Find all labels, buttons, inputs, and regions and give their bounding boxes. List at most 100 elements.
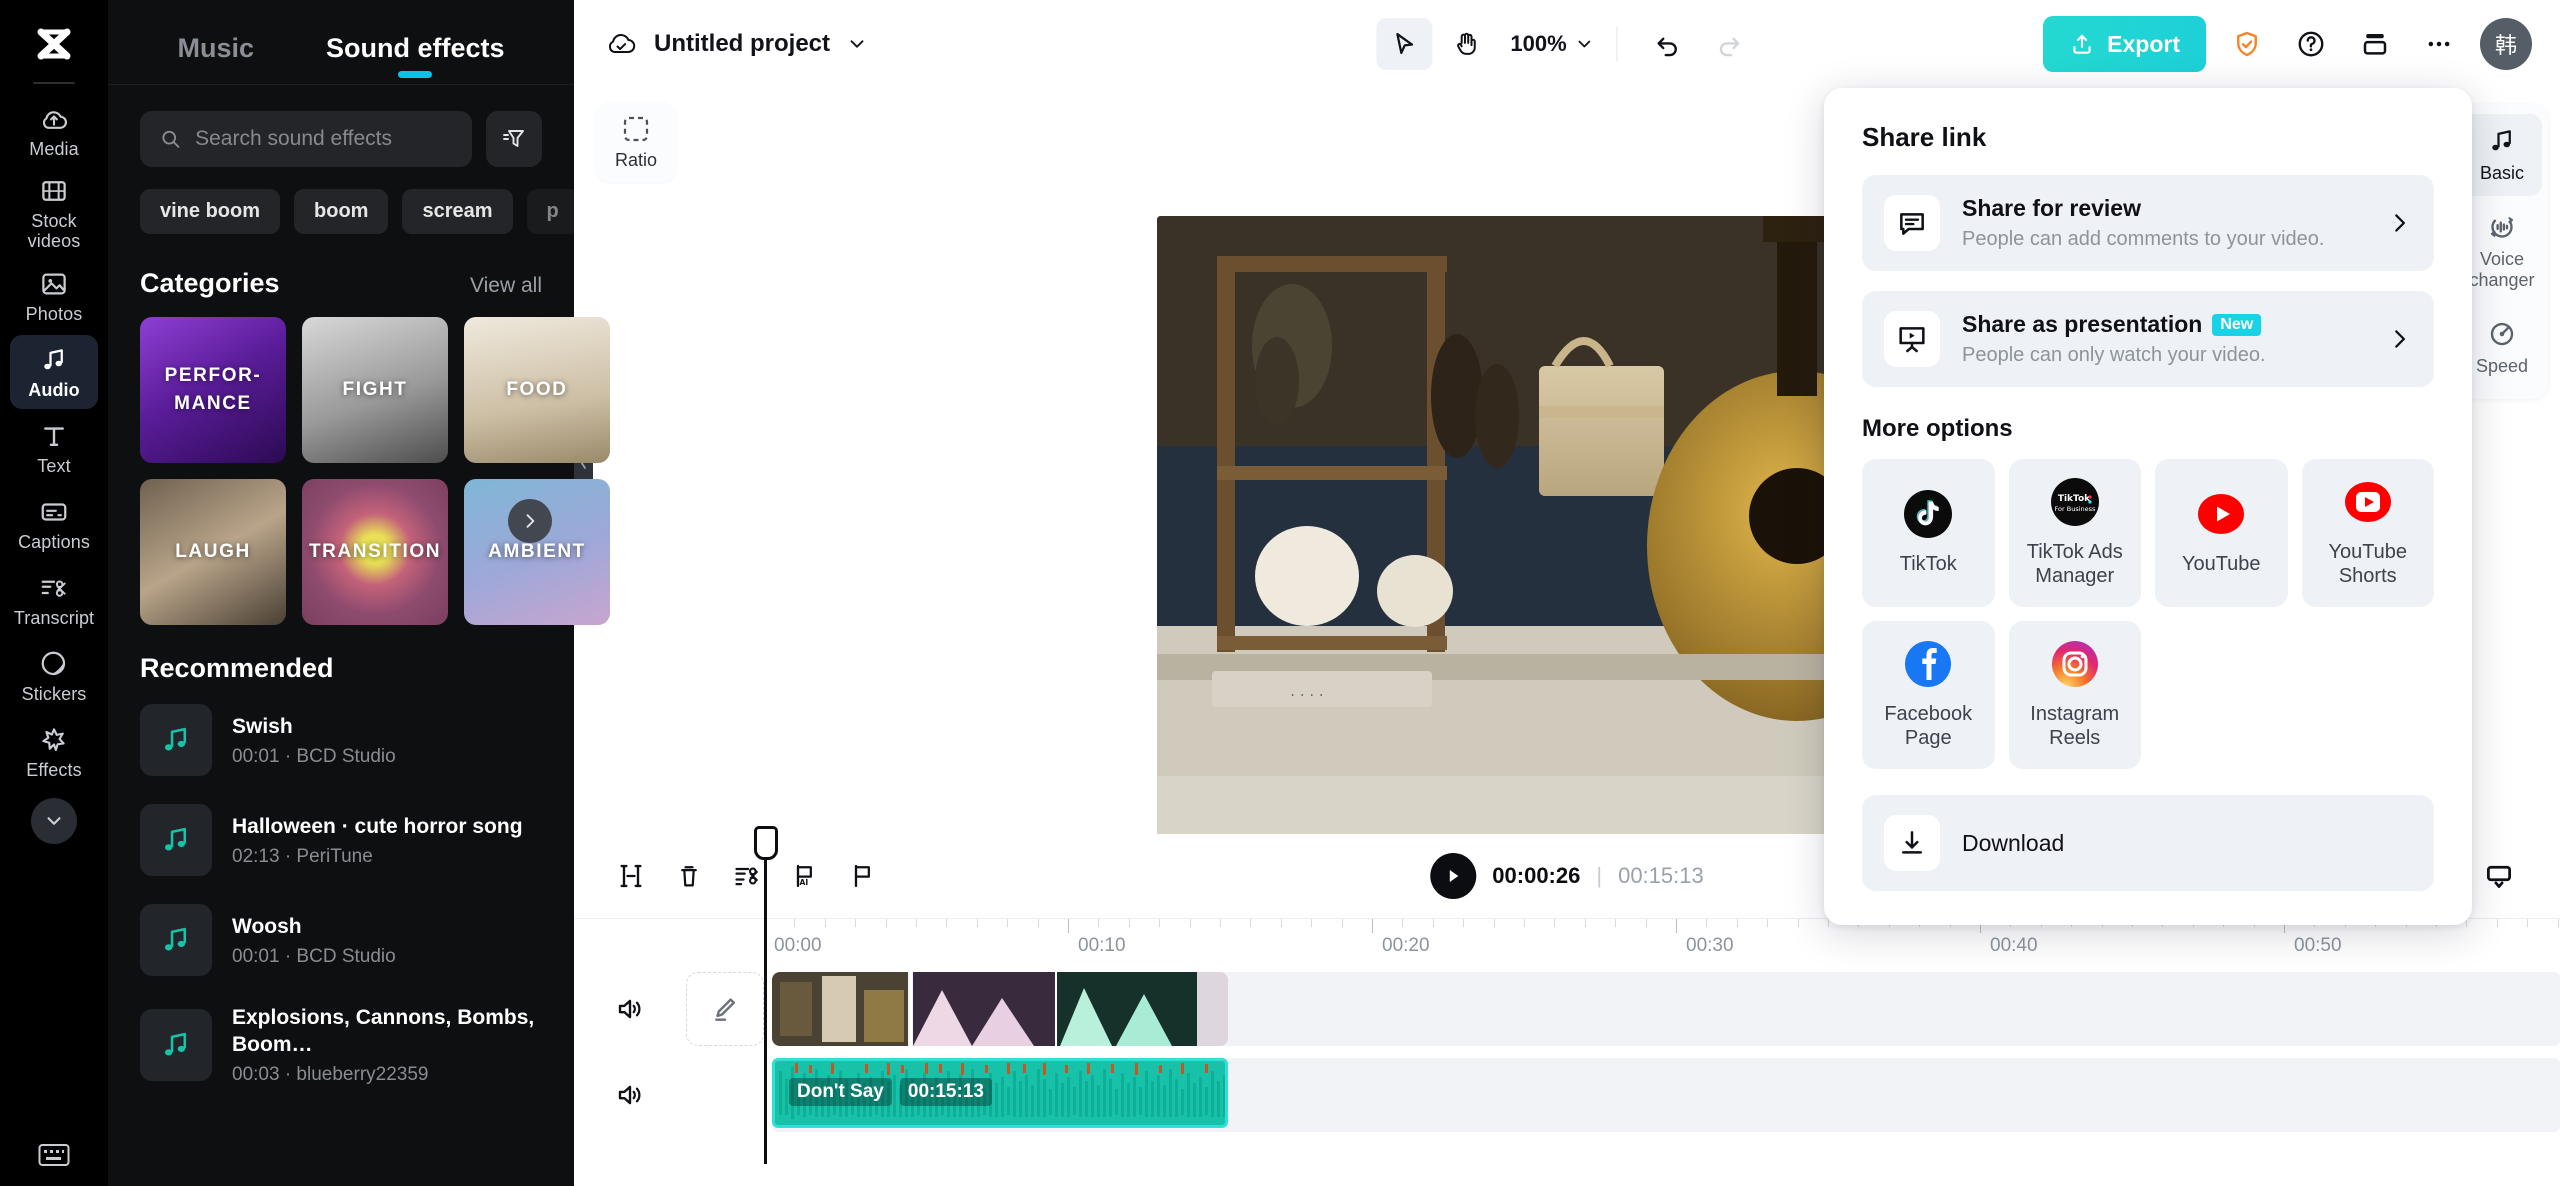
ruler-label: 00:40 — [1990, 935, 2038, 956]
category-tile-performance[interactable]: PERFOR- MANCE — [140, 317, 286, 463]
marker-button[interactable] — [836, 849, 890, 903]
ai-marker-button[interactable]: AI — [778, 849, 832, 903]
keyboard-shortcuts-button[interactable] — [0, 1142, 108, 1168]
video-track-volume-button[interactable] — [574, 994, 686, 1024]
music-note-icon — [44, 348, 63, 369]
share-option-tiktok-ads-manager[interactable]: TikTok For Business TikTok Ads Manager — [2008, 459, 2141, 607]
right-rail-item-speed[interactable]: Speed — [2462, 307, 2542, 389]
upload-icon — [2073, 34, 2091, 54]
delete-button[interactable] — [662, 849, 716, 903]
ruler-tick — [2496, 919, 2498, 927]
ruler-tick — [1189, 919, 1191, 927]
rail-divider — [33, 82, 75, 84]
rail-expand-button[interactable] — [10, 793, 98, 849]
export-button[interactable]: Export — [2043, 16, 2206, 72]
tab-sound-effects[interactable]: Sound effects — [326, 33, 505, 78]
ratio-button[interactable]: Ratio — [596, 102, 676, 182]
chevron-down-icon[interactable] — [846, 33, 868, 55]
category-tile-laugh[interactable]: LAUGH — [140, 479, 286, 625]
ratio-button-label: Ratio — [614, 149, 658, 170]
chip-scream[interactable]: scream — [402, 189, 513, 234]
share-card-share-as-presentation[interactable]: Share as presentation New People can only … — [1862, 291, 2434, 387]
filter-button[interactable] — [486, 111, 542, 167]
project-name[interactable]: Untitled project — [654, 30, 830, 58]
right-rail-item-basic[interactable]: Basic — [2462, 114, 2542, 196]
rail-item-transcript[interactable]: Transcript — [10, 563, 98, 637]
search-input-wrapper[interactable] — [140, 111, 472, 167]
rail-item-captions[interactable]: Captions — [10, 487, 98, 561]
more-options-title: More options — [1862, 415, 2013, 442]
avatar[interactable]: 韩 — [2480, 18, 2532, 70]
ruler-tick — [1220, 919, 1221, 927]
redo-button[interactable] — [1702, 18, 1758, 70]
sound-thumbnail — [140, 904, 212, 976]
share-option-label: Instagram Reels — [2030, 703, 2120, 749]
list-item[interactable]: Swish 00:01 · BCD Studio — [126, 690, 556, 790]
ruler-tick — [946, 919, 948, 927]
track-height-button[interactable] — [2472, 849, 2526, 903]
rail-item-stickers[interactable]: Stickers — [10, 639, 98, 713]
undo-button[interactable] — [1640, 18, 1696, 70]
share-card-share-for-review[interactable]: Share for review People can add comments … — [1862, 175, 2434, 271]
ruler-tick — [1250, 919, 1252, 927]
zoom-level-selector[interactable]: 100% — [1510, 31, 1594, 57]
share-option-youtube-shorts[interactable]: YouTube Shorts — [2301, 459, 2434, 607]
audio-track-volume-button[interactable] — [574, 1080, 686, 1110]
rail-item-effects[interactable]: Effects — [10, 715, 98, 789]
view-all-link[interactable]: View all — [470, 274, 542, 298]
chip-p[interactable]: p — [526, 189, 574, 234]
auto-cut-icon — [735, 867, 759, 886]
category-tile-fight[interactable]: FIGHT — [302, 317, 448, 463]
share-option-facebook-page[interactable]: Facebook Page — [1862, 621, 1995, 769]
chip-boom[interactable]: boom — [294, 189, 389, 234]
project-info[interactable]: Untitled project — [604, 27, 868, 61]
ruler-tick — [1615, 919, 1617, 927]
tab-music[interactable]: Music — [177, 33, 254, 78]
shield-button[interactable] — [2224, 21, 2270, 67]
list-item[interactable]: Halloween · cute horror song 02:13 · Peri… — [126, 790, 556, 890]
share-option-label: TikTok Ads Manager — [2026, 541, 2123, 587]
rail-item-photos[interactable]: Photos — [10, 259, 98, 333]
download-button[interactable]: Download — [1862, 795, 2434, 891]
help-button[interactable] — [2288, 21, 2334, 67]
rail-item-text[interactable]: Text — [10, 411, 98, 485]
more-options-button[interactable] — [2416, 21, 2462, 67]
layout-button[interactable] — [2352, 21, 2398, 67]
categories-next-button[interactable] — [508, 499, 552, 543]
audio-track-lane[interactable]: Don't Say 00:15:13 — [772, 1058, 2560, 1132]
video-track-edit-button[interactable] — [686, 972, 764, 1046]
select-tool-button[interactable] — [1376, 18, 1433, 70]
cursor-arrow-icon — [1396, 32, 1414, 54]
captions-icon — [41, 502, 67, 521]
category-tile-food[interactable]: FOOD — [464, 317, 610, 463]
video-clip[interactable] — [772, 972, 1228, 1046]
play-button[interactable] — [1430, 853, 1477, 899]
ruler-tick — [1372, 919, 1373, 933]
hand-tool-button[interactable] — [1438, 18, 1494, 70]
chip-vine-boom[interactable]: vine boom — [140, 189, 281, 234]
search-input[interactable] — [195, 127, 452, 151]
rail-item-media[interactable]: Media — [10, 94, 98, 168]
new-badge: New — [2212, 313, 2262, 336]
ruler-tick — [1736, 919, 1738, 927]
rail-item-audio[interactable]: Audio — [10, 335, 98, 409]
share-option-tiktok[interactable]: TikTok — [1862, 459, 1995, 607]
canvas-tools: 100% — [1376, 18, 1757, 70]
right-rail-item-voice-changer[interactable]: Voice changer — [2462, 200, 2542, 303]
share-option-youtube[interactable]: YouTube — [2155, 459, 2288, 607]
ruler-tick — [2557, 919, 2559, 927]
list-item[interactable]: Woosh 00:01 · BCD Studio — [126, 890, 556, 990]
timeline-ruler[interactable]: 00:00 00:10 00:20 00:30 00:40 00:50 — [574, 918, 2560, 970]
share-cards: Share for review People can add comments … — [1862, 175, 2434, 387]
categories-title: Categories — [140, 268, 280, 298]
rail-item-stock-videos[interactable]: Stock videos — [10, 170, 98, 257]
category-tile-transition[interactable]: TRANSITION — [302, 479, 448, 625]
list-item[interactable]: Explosions, Cannons, Bombs, Boom… 00:03 ·… — [126, 990, 556, 1100]
auto-cut-button[interactable] — [720, 849, 774, 903]
video-track-lane[interactable] — [772, 972, 2560, 1046]
audio-clip[interactable]: Don't Say 00:15:13 — [772, 1058, 1228, 1128]
share-option-instagram-reels[interactable]: Instagram Reels — [2008, 621, 2141, 769]
split-button[interactable] — [604, 849, 658, 903]
capcut-logo — [31, 22, 77, 68]
sound-effects-panel: MusicSound effects vine boomboomscreamp … — [108, 0, 610, 1186]
